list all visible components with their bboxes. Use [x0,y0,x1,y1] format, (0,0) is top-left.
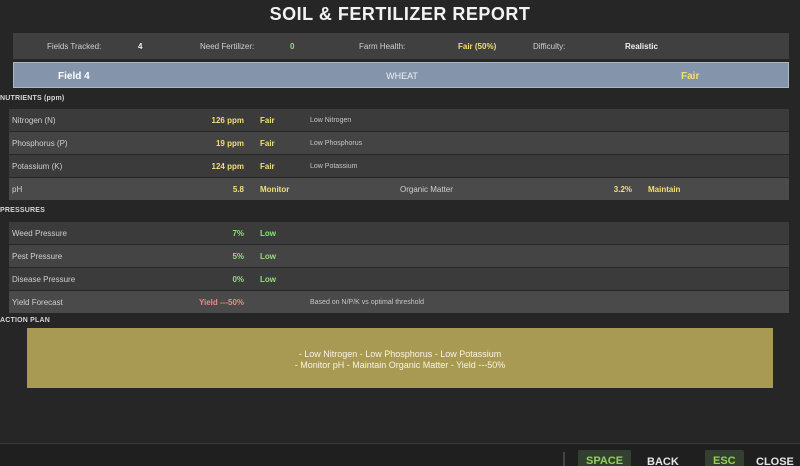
fields-tracked-label: Fields Tracked: [47,42,102,51]
footer-bar: SPACE BACK ESC CLOSE [0,443,800,466]
back-button[interactable]: BACK [647,456,679,466]
fields-tracked-value: 4 [138,42,143,51]
action-plan-line: - Monitor pH - Maintain Organic Matter -… [294,360,506,370]
need-fertilizer-label: Need Fertilizer: [200,42,255,51]
nutrient-row-phosphorus: Phosphorus (P) 19 ppm Fair Low Phosphoru… [9,132,789,154]
yield-forecast-row: Yield Forecast Yield ---50% Based on N/P… [9,291,789,313]
pressures-header: PRESSURES [0,207,45,214]
nutrient-note: Low Nitrogen [310,117,352,124]
nutrient-label: Potassium (K) [12,162,63,171]
report-title: SOIL & FERTILIZER REPORT [269,4,531,24]
nutrients-header: NUTRIENTS (ppm) [0,95,65,102]
close-button[interactable]: CLOSE [756,456,794,466]
need-fertilizer-value: 0 [290,42,295,51]
field-status: Fair [681,71,700,82]
pressure-row-pest: Pest Pressure 5% Low [9,245,789,267]
field-name: Field 4 [58,71,90,82]
pressure-row-weed: Weed Pressure 7% Low [9,222,789,244]
nutrient-status: Fair [260,139,275,148]
organic-matter-value: 3.2% [613,185,632,194]
nutrient-status: Fair [260,162,275,171]
nutrient-note: Low Potassium [310,163,358,170]
action-plan-header: ACTION PLAN [0,317,51,324]
summary-bar: Fields Tracked: 4 Need Fertilizer: 0 Far… [13,33,789,59]
field-crop: WHEAT [386,71,418,81]
field-header[interactable]: WHEAT Field 4 Fair [13,62,789,88]
difficulty-value: Realistic [625,42,658,51]
pressure-status: Low [260,229,276,238]
difficulty-label: Difficulty: [533,42,566,51]
farm-health-value: Fair (50%) [458,42,497,51]
pressure-label: Pest Pressure [12,252,63,261]
pressure-status: Low [260,275,276,284]
organic-matter-status: Maintain [648,185,681,194]
farm-health-label: Farm Health: [359,42,406,51]
nutrient-row-nitrogen: Nitrogen (N) 126 ppm Fair Low Nitrogen [9,109,789,131]
nutrient-label: Phosphorus (P) [12,139,68,148]
nutrient-value: 126 ppm [211,116,244,125]
action-plan-panel: - Low Nitrogen - Low Phosphorus - Low Po… [27,328,773,388]
ph-status: Monitor [260,185,290,194]
nutrient-value: 124 ppm [211,162,244,171]
nutrient-note: Low Phosphorus [310,140,363,147]
footer-divider [563,452,565,466]
nutrient-label: Nitrogen (N) [12,116,56,125]
organic-matter-label: Organic Matter [400,185,453,194]
yield-value: Yield ---50% [198,298,244,307]
pressure-row-disease: Disease Pressure 0% Low [9,268,789,290]
pressure-value: 0% [232,275,244,284]
pressure-value: 5% [232,252,244,261]
pressure-value: 7% [232,229,244,238]
nutrient-row-potassium: Potassium (K) 124 ppm Fair Low Potassium [9,155,789,177]
pressure-label: Disease Pressure [12,275,76,284]
nutrient-status: Fair [260,116,275,125]
ph-row: pH 5.8 Monitor Organic Matter 3.2% Maint… [9,178,789,200]
esc-key-icon[interactable]: ESC [705,450,744,466]
nutrient-value: 19 ppm [215,139,244,148]
pressure-status: Low [260,252,276,261]
pressure-label: Weed Pressure [12,229,67,238]
yield-note: Based on N/P/K vs optimal threshold [310,299,425,306]
space-key-icon[interactable]: SPACE [578,450,632,466]
ph-value: 5.8 [232,185,244,194]
action-plan-line: - Low Nitrogen - Low Phosphorus - Low Po… [298,349,502,359]
ph-label: pH [12,185,23,194]
yield-label: Yield Forecast [12,298,63,307]
